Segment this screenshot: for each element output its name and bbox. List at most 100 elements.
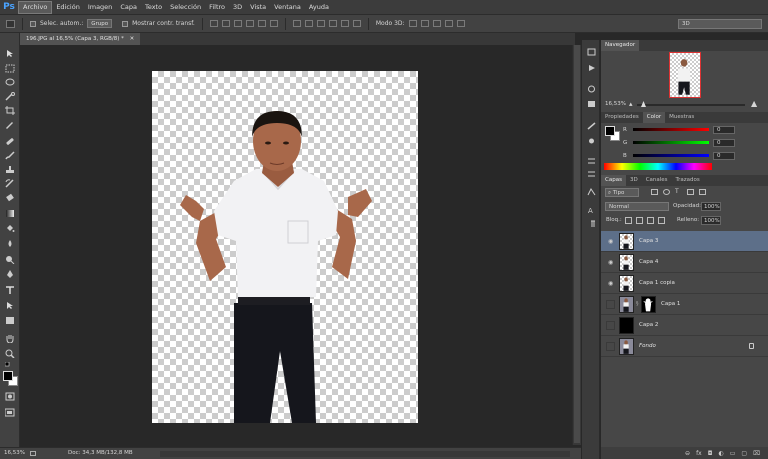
zoom-tool-icon[interactable] <box>5 349 15 359</box>
layer-name[interactable]: Capa 4 <box>639 252 658 273</box>
filter-type-icon[interactable]: T <box>675 189 682 195</box>
3d-pan-icon[interactable] <box>432 20 441 27</box>
navigator-thumbnail[interactable] <box>669 52 701 98</box>
lock-all-icon[interactable] <box>658 217 665 224</box>
new-group-icon[interactable]: ▭ <box>730 450 736 457</box>
zoom-level[interactable]: 16,53% <box>4 448 25 459</box>
filter-adjustment-icon[interactable] <box>663 189 670 195</box>
green-value-input[interactable]: 0 <box>713 138 735 147</box>
gradient-tool-icon[interactable] <box>5 209 15 218</box>
eraser-tool-icon[interactable] <box>5 193 15 202</box>
brush-presets-icon[interactable] <box>587 122 596 130</box>
quick-select-tool-icon[interactable] <box>5 92 15 101</box>
tab-3d[interactable]: 3D <box>626 175 642 186</box>
info-icon[interactable] <box>587 100 596 108</box>
opacity-input[interactable]: 100% <box>701 202 721 211</box>
hand-tool-icon[interactable] <box>5 334 15 344</box>
add-mask-icon[interactable]: ◘ <box>708 450 713 457</box>
layer-row[interactable]: § Capa 1 <box>601 294 768 315</box>
layer-row[interactable]: ◉ Capa 1 copia <box>601 273 768 294</box>
tab-propiedades[interactable]: Propiedades <box>601 112 643 123</box>
menu-imagen[interactable]: Imagen <box>84 0 116 14</box>
visibility-toggle[interactable] <box>606 321 615 330</box>
filter-smart-icon[interactable] <box>699 189 706 195</box>
paths-icon[interactable] <box>587 188 596 196</box>
zoom-in-icon[interactable]: ▲ <box>751 99 757 108</box>
zoom-preview-icon[interactable] <box>30 451 36 456</box>
layer-row[interactable]: Fondo <box>601 336 768 357</box>
menu-archivo[interactable]: Archivo <box>18 0 53 14</box>
menu-edicion[interactable]: Edición <box>52 0 84 14</box>
document-info[interactable]: Doc: 34,3 MB/132,8 MB <box>68 448 133 459</box>
color-spectrum-bar[interactable] <box>604 163 712 170</box>
character-icon[interactable]: A <box>587 206 596 215</box>
distribute-vcenter-icon[interactable] <box>304 20 313 27</box>
fill-input[interactable]: 100% <box>701 216 721 225</box>
move-tool-icon[interactable] <box>5 49 15 58</box>
layer-name[interactable]: Capa 3 <box>639 231 658 252</box>
blue-slider[interactable] <box>633 154 709 157</box>
menu-ayuda[interactable]: Ayuda <box>305 0 333 14</box>
layer-row[interactable]: ◉ Capa 4 <box>601 252 768 273</box>
distribute-right-icon[interactable] <box>352 20 361 27</box>
screen-mode-icon[interactable] <box>4 408 15 417</box>
distribute-bottom-icon[interactable] <box>316 20 325 27</box>
visibility-toggle[interactable] <box>606 300 615 309</box>
path-selection-tool-icon[interactable] <box>5 301 15 310</box>
new-layer-icon[interactable]: ▢ <box>741 450 747 457</box>
3d-scale-icon[interactable] <box>456 20 465 27</box>
crop-tool-icon[interactable] <box>5 106 15 115</box>
document-canvas[interactable] <box>152 71 418 423</box>
red-slider[interactable] <box>633 128 709 131</box>
close-icon[interactable]: ✕ <box>130 36 135 42</box>
brush-tool-icon[interactable] <box>5 151 15 160</box>
tab-canales[interactable]: Canales <box>642 175 672 186</box>
move-tool-preset-icon[interactable] <box>6 19 15 28</box>
align-right-icon[interactable] <box>269 20 278 27</box>
auto-select-checkbox[interactable] <box>30 20 36 27</box>
lock-transparent-icon[interactable] <box>625 217 632 224</box>
lasso-tool-icon[interactable] <box>5 78 15 87</box>
tab-color[interactable]: Color <box>642 112 666 123</box>
distribute-top-icon[interactable] <box>292 20 301 27</box>
zoom-out-icon[interactable]: ▴ <box>629 100 633 108</box>
auto-select-dropdown[interactable]: Grupo <box>87 19 113 28</box>
menu-texto[interactable]: Texto <box>141 0 166 14</box>
green-slider[interactable] <box>633 141 709 144</box>
layer-mask-thumbnail[interactable] <box>641 296 656 313</box>
menu-capa[interactable]: Capa <box>116 0 141 14</box>
layer-name[interactable]: Capa 2 <box>639 315 658 336</box>
color-foreground-swatch[interactable] <box>605 126 615 136</box>
tab-muestras[interactable]: Muestras <box>665 112 698 123</box>
new-adjustment-icon[interactable]: ◐ <box>718 450 723 457</box>
navigator-zoom-slider[interactable] <box>637 104 745 106</box>
clone-source-icon[interactable] <box>587 170 596 178</box>
adjustments-icon[interactable] <box>587 85 596 93</box>
history-brush-tool-icon[interactable] <box>5 179 15 188</box>
brush-panel-icon[interactable] <box>587 137 596 145</box>
foreground-color-swatch[interactable] <box>3 371 13 381</box>
menu-ventana[interactable]: Ventana <box>270 0 305 14</box>
menu-3d[interactable]: 3D <box>229 0 246 14</box>
horizontal-scrollbar[interactable] <box>160 451 570 457</box>
distribute-hcenter-icon[interactable] <box>340 20 349 27</box>
layer-filter-dropdown[interactable]: ⌕ Tipo <box>605 188 639 197</box>
actions-icon[interactable] <box>587 64 596 72</box>
eye-icon[interactable]: ◉ <box>608 281 614 287</box>
pen-tool-icon[interactable] <box>5 270 15 279</box>
blur-tool-icon[interactable] <box>5 239 15 248</box>
lock-position-icon[interactable] <box>647 217 654 224</box>
paint-bucket-tool-icon[interactable] <box>5 224 15 233</box>
show-transform-checkbox[interactable] <box>122 20 129 27</box>
dodge-tool-icon[interactable] <box>5 255 15 265</box>
lock-pixels-icon[interactable] <box>636 217 643 224</box>
distribute-left-icon[interactable] <box>328 20 337 27</box>
menu-filtro[interactable]: Filtro <box>205 0 229 14</box>
filter-shape-icon[interactable] <box>687 189 694 195</box>
layer-name[interactable]: Capa 1 copia <box>639 273 675 294</box>
menu-vista[interactable]: Vista <box>246 0 270 14</box>
3d-rotate-icon[interactable] <box>408 20 417 27</box>
marquee-tool-icon[interactable] <box>5 64 15 73</box>
blue-value-input[interactable]: 0 <box>713 151 735 160</box>
visibility-toggle[interactable] <box>606 342 615 351</box>
